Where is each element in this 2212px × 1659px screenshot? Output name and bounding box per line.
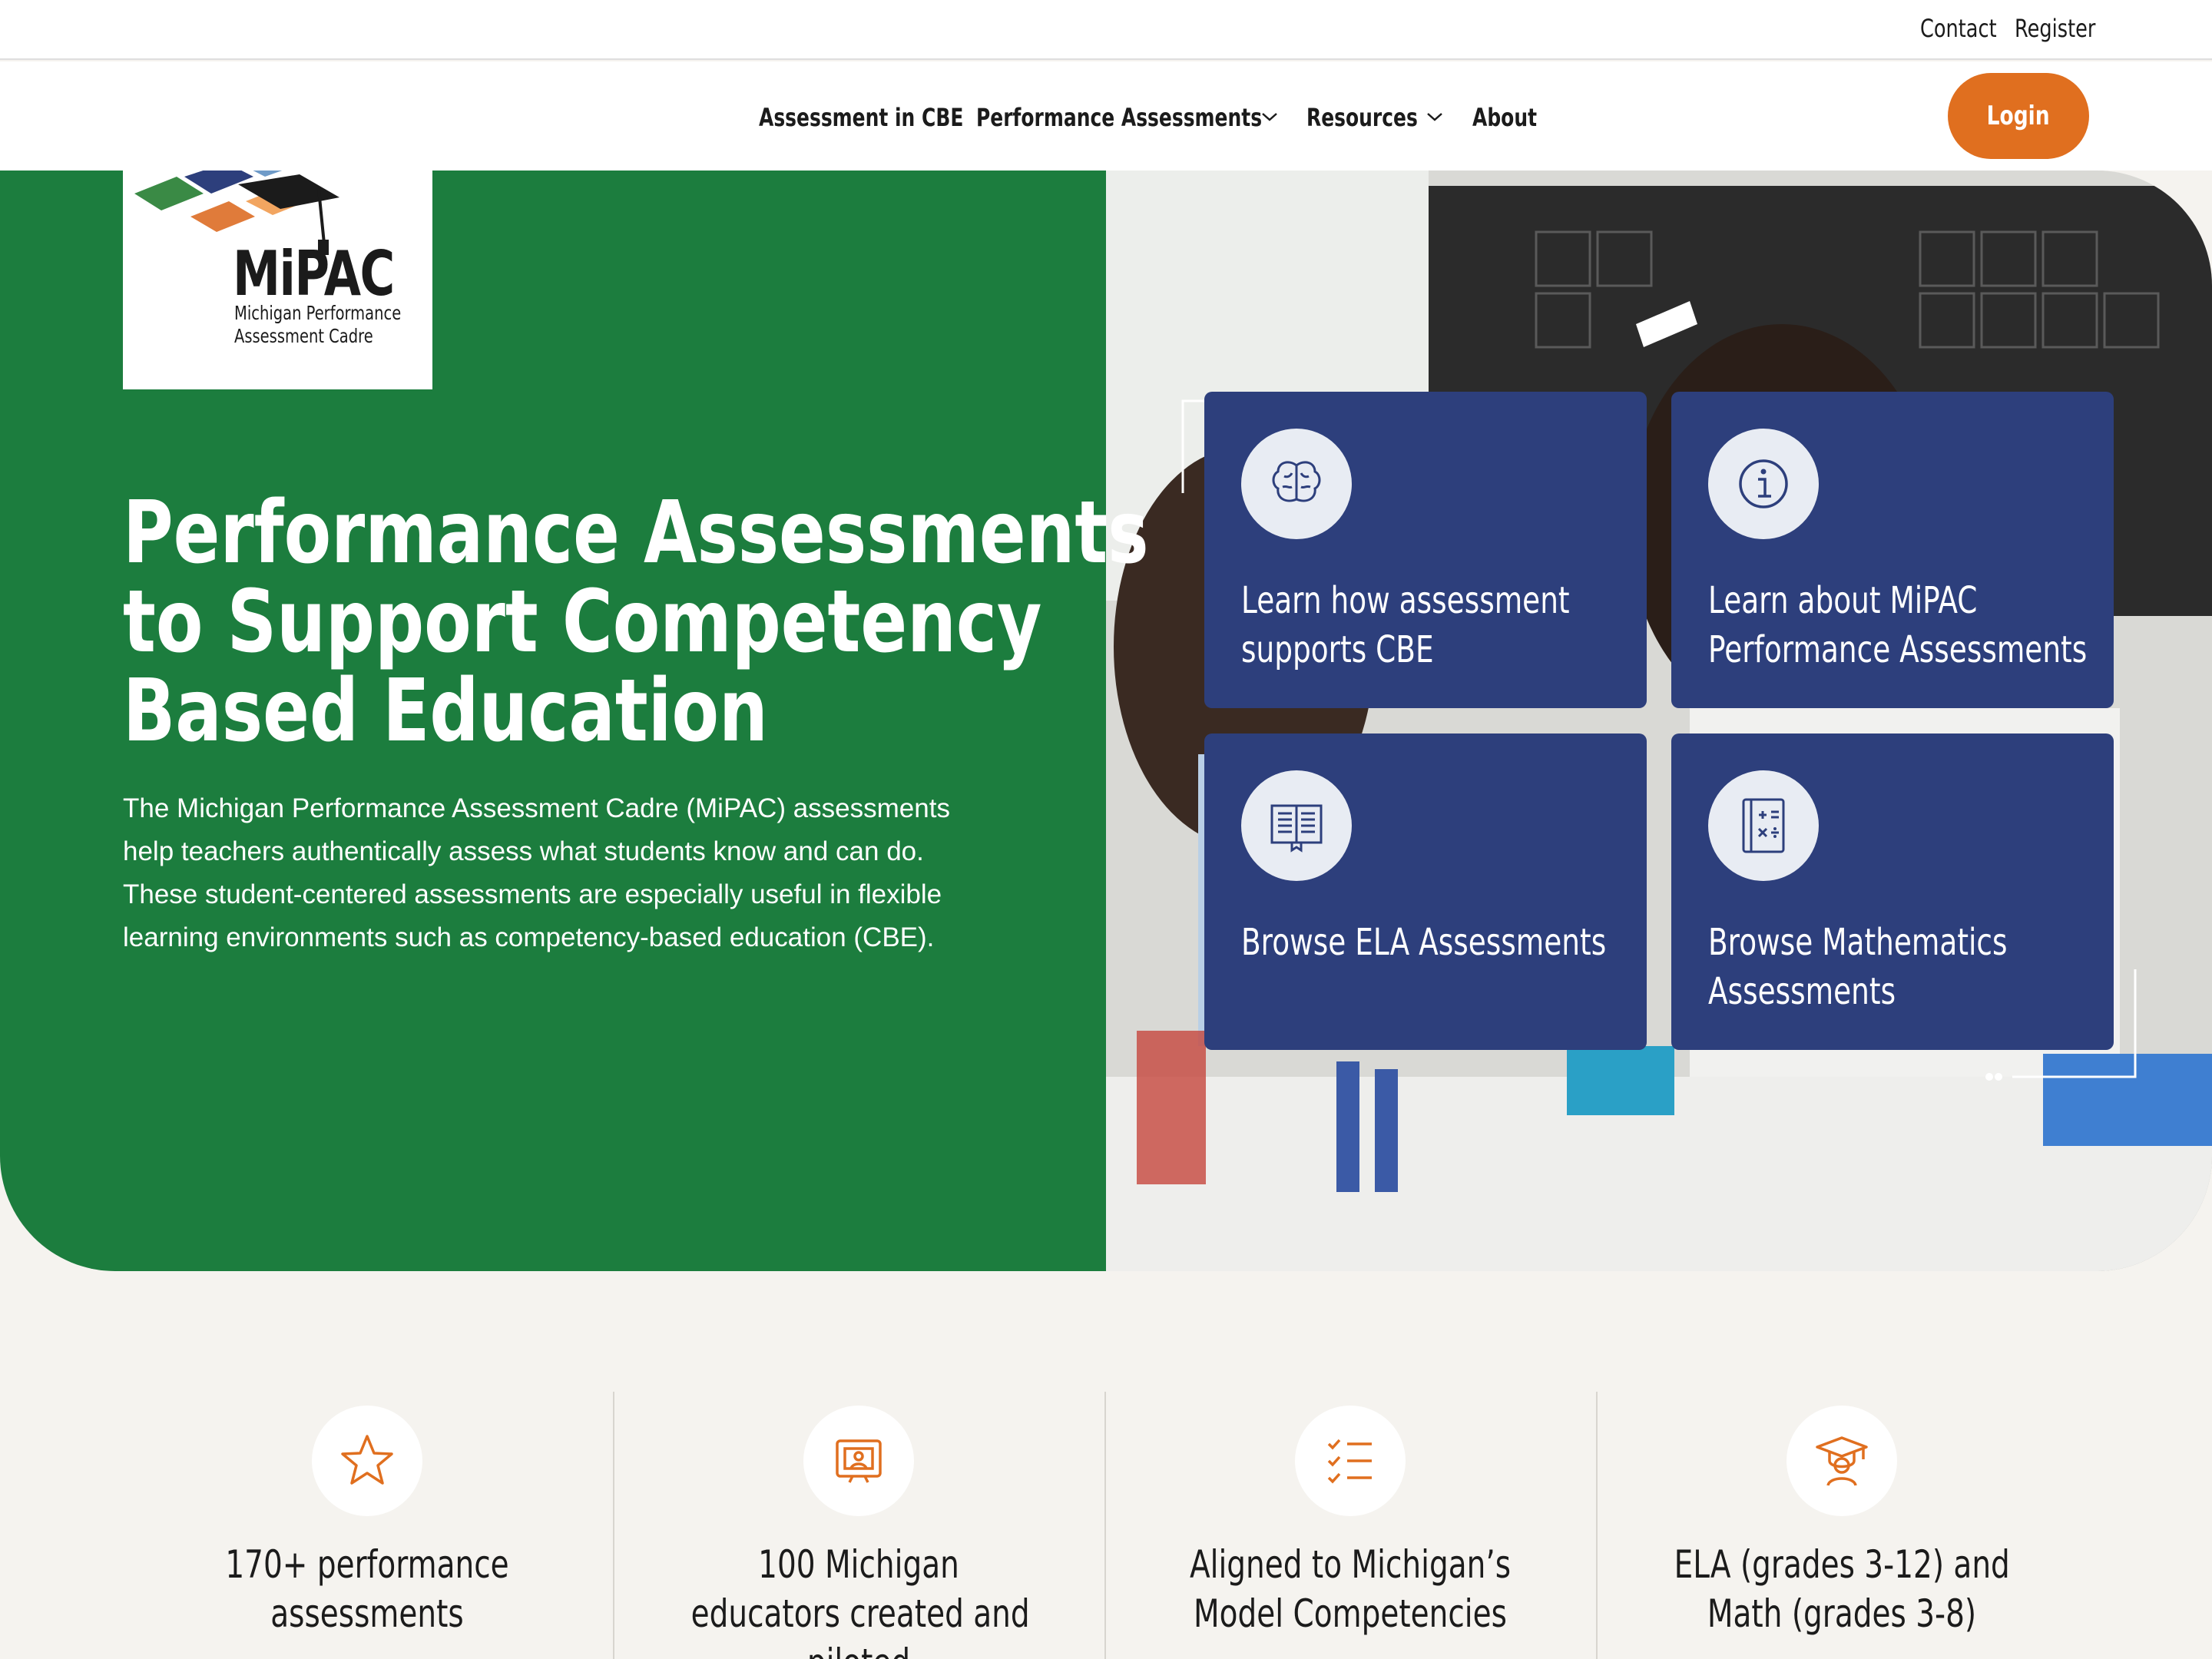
tile-label: Learn how assessment supports CBE <box>1241 576 1641 674</box>
lab-scene-image <box>1106 171 2212 1271</box>
nav-label: Performance Assessments <box>976 103 1263 132</box>
hero-title: Performance Assessments to Support Compe… <box>123 483 1149 761</box>
tile-assessment-cbe[interactable]: Learn how assessment supports CBE <box>1204 392 1647 708</box>
tile-browse-ela[interactable]: Browse ELA Assessments <box>1204 733 1647 1050</box>
tile-label-line: Assessments <box>1708 970 1896 1013</box>
tile-label-line: Performance Assessments <box>1708 628 2088 671</box>
nav-label: Assessment in CBE <box>759 103 964 132</box>
nav-label: About <box>1472 103 1538 132</box>
stat-line: assessments <box>270 1591 464 1636</box>
contact-link[interactable]: Contact <box>1920 14 1997 43</box>
hero-title-line: to Support Competency <box>123 572 1042 672</box>
presentation-icon <box>803 1406 914 1516</box>
book-icon <box>1241 770 1352 881</box>
star-icon <box>312 1406 422 1516</box>
hero-title-line: Based Education <box>123 661 768 761</box>
chevron-down-icon <box>1427 113 1442 121</box>
info-icon <box>1708 429 1819 539</box>
stat-divider <box>613 1392 614 1659</box>
logo-subtitle: Michigan Performance <box>234 302 402 324</box>
stat-divider <box>1596 1392 1598 1659</box>
hero-photo <box>1106 171 2212 1271</box>
register-link[interactable]: Register <box>2015 14 2095 43</box>
stat-divider <box>1104 1392 1106 1659</box>
stat-line: educators created and <box>690 1591 1030 1636</box>
tile-label: Browse Mathematics Assessments <box>1708 918 2108 1016</box>
tile-label-line: Learn about MiPAC <box>1708 579 1978 622</box>
stat-grades: ELA (grades 3-12) and Math (grades 3-8) <box>1627 1540 2057 1638</box>
logo-name: MiPAC <box>233 238 395 310</box>
tile-label-line: Browse ELA Assessments <box>1241 921 1607 964</box>
stat-assessments-count: 170+ performance assessments <box>152 1540 582 1638</box>
graduate-icon <box>1786 1406 1897 1516</box>
stat-line: 100 Michigan <box>758 1542 959 1587</box>
checklist-icon <box>1295 1406 1406 1516</box>
utility-bar: Contact Register <box>0 0 2212 60</box>
nav-performance-assessments[interactable]: Performance Assessments <box>976 98 1343 137</box>
brain-icon <box>1241 429 1352 539</box>
nav-label: Resources <box>1306 103 1418 132</box>
nav-about[interactable]: About <box>1472 98 1555 137</box>
tile-label: Learn about MiPAC Performance Assessment… <box>1708 576 2108 674</box>
stat-line: Model Competencies <box>1194 1591 1507 1636</box>
tile-about-mipac[interactable]: Learn about MiPAC Performance Assessment… <box>1671 392 2114 708</box>
tile-label: Browse ELA Assessments <box>1241 918 1641 967</box>
stat-educators: 100 Michigan educators created and pilot… <box>644 1540 1074 1659</box>
tile-label-line: Learn how assessment <box>1241 579 1570 622</box>
chevron-down-icon <box>1262 113 1277 121</box>
stat-line: ELA (grades 3-12) and <box>1674 1542 2010 1587</box>
tile-label-line: Browse Mathematics <box>1708 921 2008 964</box>
login-label: Login <box>1986 101 2051 131</box>
login-button[interactable]: Login <box>1948 73 2089 159</box>
logo-subtitle: Assessment Cadre <box>234 325 373 347</box>
tile-browse-math[interactable]: Browse Mathematics Assessments <box>1671 733 2114 1050</box>
hero-description: The Michigan Performance Assessment Cadr… <box>123 793 950 952</box>
stat-line: Math (grades 3-8) <box>1707 1591 1977 1636</box>
stat-competencies: Aligned to Michigan’s Model Competencies <box>1135 1540 1565 1638</box>
stat-line: Aligned to Michigan’s <box>1189 1542 1512 1587</box>
hero-title-line: Performance Assessments <box>123 483 1149 583</box>
tile-label-line: supports CBE <box>1241 628 1434 671</box>
stat-line: 170+ performance <box>225 1542 509 1587</box>
math-icon <box>1708 770 1819 881</box>
stat-line: piloted <box>691 1638 1027 1659</box>
nav-resources[interactable]: Resources <box>1306 98 1449 137</box>
main-nav: Assessment in CBE Performance Assessment… <box>0 61 2212 171</box>
